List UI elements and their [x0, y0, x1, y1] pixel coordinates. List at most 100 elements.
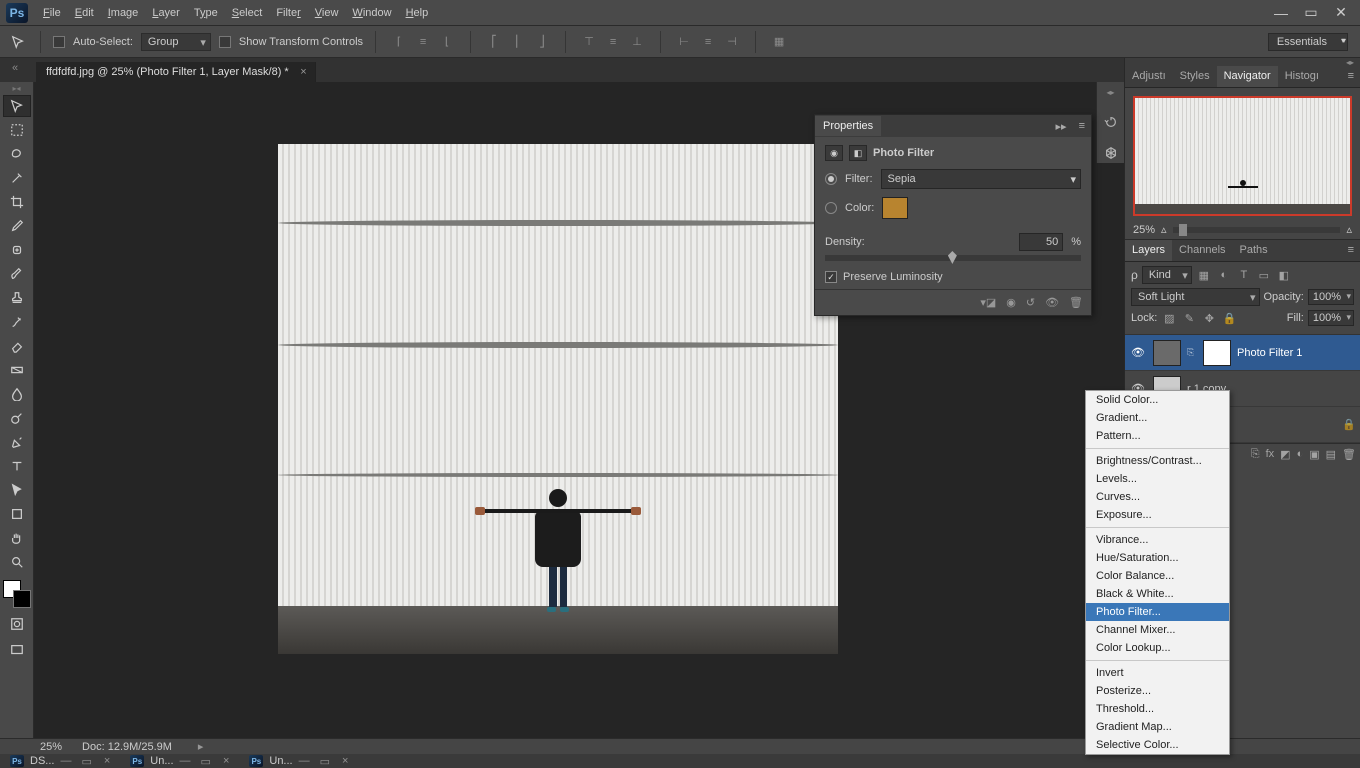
menu-help[interactable]: Help — [399, 3, 436, 23]
tab-layers[interactable]: Layers — [1125, 240, 1172, 261]
navigator-zoom-slider[interactable] — [1173, 227, 1341, 233]
taskbar-item[interactable]: PsDS...—▭× — [4, 755, 116, 768]
dist-vmid-icon[interactable]: ≡ — [602, 31, 624, 53]
min-icon[interactable]: — — [180, 755, 191, 768]
context-menu-item[interactable]: Color Lookup... — [1086, 639, 1229, 657]
shape-tool[interactable] — [3, 503, 31, 525]
move-tool[interactable] — [3, 95, 31, 117]
zoom-in-icon[interactable]: ▵ — [1346, 223, 1352, 236]
menu-view[interactable]: View — [308, 3, 346, 23]
menu-window[interactable]: Window — [345, 3, 398, 23]
path-select-tool[interactable] — [3, 479, 31, 501]
reset-icon[interactable]: ↺ — [1026, 296, 1035, 309]
gradient-tool[interactable] — [3, 359, 31, 381]
align-left-icon[interactable]: ⎡ — [483, 31, 505, 53]
eyedropper-tool[interactable] — [3, 215, 31, 237]
dist-left-icon[interactable]: ⊢ — [673, 31, 695, 53]
close-icon[interactable]: × — [223, 755, 229, 767]
context-menu-item[interactable]: Exposure... — [1086, 506, 1229, 524]
context-menu-item[interactable]: Posterize... — [1086, 682, 1229, 700]
auto-select-combo[interactable]: Group — [141, 33, 211, 51]
quickmask-icon[interactable] — [3, 614, 31, 634]
density-value[interactable]: 50 — [1019, 233, 1063, 251]
panel-menu-icon[interactable]: ≡ — [1342, 66, 1360, 87]
color-swatch[interactable] — [882, 197, 908, 219]
window-close-icon[interactable]: ✕ — [1328, 5, 1354, 21]
filter-adjust-icon[interactable]: ◐ — [1216, 268, 1232, 282]
dist-bottom-icon[interactable]: ⊥ — [626, 31, 648, 53]
align-bottom-icon[interactable]: ⌊ — [436, 31, 458, 53]
taskbar-item[interactable]: PsUn...—▭× — [124, 755, 235, 768]
window-restore-icon[interactable]: ▭ — [1298, 5, 1324, 21]
lock-trans-icon[interactable]: ▨ — [1161, 311, 1177, 325]
close-icon[interactable]: × — [342, 755, 348, 767]
menu-type[interactable]: Type — [187, 3, 225, 23]
mask-icon[interactable]: ◧ — [849, 145, 867, 161]
max-icon[interactable]: ▭ — [201, 755, 211, 768]
lock-pos-icon[interactable]: ✥ — [1201, 311, 1217, 325]
blur-tool[interactable] — [3, 383, 31, 405]
delete-layer-icon[interactable]: 🗑 — [1342, 448, 1356, 461]
visibility-icon[interactable]: 👁 — [1129, 346, 1147, 359]
dodge-tool[interactable] — [3, 407, 31, 429]
history-brush-tool[interactable] — [3, 311, 31, 333]
stamp-tool[interactable] — [3, 287, 31, 309]
context-menu-item[interactable]: Brightness/Contrast... — [1086, 452, 1229, 470]
status-zoom[interactable]: 25% — [40, 741, 62, 753]
max-icon[interactable]: ▭ — [81, 755, 91, 768]
marquee-tool[interactable] — [3, 119, 31, 141]
history-panel-icon[interactable] — [1104, 115, 1118, 132]
layer-mask-thumb[interactable] — [1203, 340, 1231, 366]
max-icon[interactable]: ▭ — [320, 755, 330, 768]
context-menu-item[interactable]: Levels... — [1086, 470, 1229, 488]
menu-layer[interactable]: Layer — [145, 3, 187, 23]
filter-smart-icon[interactable]: ◧ — [1276, 268, 1292, 282]
dist-top-icon[interactable]: ⊤ — [578, 31, 600, 53]
zoom-out-icon[interactable]: ▵ — [1161, 223, 1167, 236]
crop-tool[interactable] — [3, 191, 31, 213]
context-menu-item[interactable]: Threshold... — [1086, 700, 1229, 718]
toggle-visibility-icon[interactable]: 👁 — [1045, 296, 1059, 309]
lock-image-icon[interactable]: ✎ — [1181, 311, 1197, 325]
status-menu-icon[interactable]: ▸ — [198, 740, 204, 753]
status-docsize[interactable]: Doc: 12.9M/25.9M — [82, 741, 172, 753]
align-top-icon[interactable]: ⌈ — [388, 31, 410, 53]
window-minimize-icon[interactable]: — — [1268, 5, 1294, 21]
context-menu-item[interactable]: Gradient Map... — [1086, 718, 1229, 736]
document-canvas[interactable] — [278, 144, 838, 654]
link-layers-icon[interactable]: ⎘ — [1251, 448, 1260, 461]
layer-item[interactable]: 👁 ⎘ Photo Filter 1 — [1125, 335, 1360, 371]
panel-menu-icon[interactable]: ≡ — [1073, 116, 1091, 136]
filter-radio[interactable] — [825, 173, 837, 185]
properties-tab[interactable]: Properties — [815, 116, 881, 136]
pen-tool[interactable] — [3, 431, 31, 453]
show-transform-checkbox[interactable] — [219, 36, 231, 48]
lasso-tool[interactable] — [3, 143, 31, 165]
tab-adjustments[interactable]: Adjustı — [1125, 66, 1173, 87]
close-icon[interactable]: × — [104, 755, 110, 767]
context-menu-item[interactable]: Curves... — [1086, 488, 1229, 506]
menu-filter[interactable]: Filter — [269, 3, 307, 23]
panel-collapse-icon[interactable]: ▸▸ — [1050, 116, 1073, 137]
clip-icon[interactable]: ▾◪ — [980, 296, 996, 309]
dist-right-icon[interactable]: ⊣ — [721, 31, 743, 53]
min-icon[interactable]: — — [60, 755, 71, 768]
context-menu-item[interactable]: Photo Filter... — [1086, 603, 1229, 621]
taskbar-item[interactable]: PsUn...—▭× — [243, 755, 354, 768]
min-icon[interactable]: — — [299, 755, 310, 768]
align-vmid-icon[interactable]: ≡ — [412, 31, 434, 53]
document-tab[interactable]: ffdfdfd.jpg @ 25% (Photo Filter 1, Layer… — [36, 62, 316, 82]
view-previous-icon[interactable]: ◉ — [1006, 296, 1016, 309]
toolbox-collapse-icon[interactable]: « — [8, 62, 22, 74]
context-menu-item[interactable]: Invert — [1086, 664, 1229, 682]
wand-tool[interactable] — [3, 167, 31, 189]
preserve-luminosity-checkbox[interactable]: ✓ — [825, 271, 837, 283]
context-menu-item[interactable]: Pattern... — [1086, 427, 1229, 445]
layer-filter-combo[interactable]: Kind — [1142, 266, 1192, 284]
navigator-zoom-value[interactable]: 25% — [1133, 224, 1155, 236]
menu-select[interactable]: Select — [225, 3, 270, 23]
auto-select-checkbox[interactable] — [53, 36, 65, 48]
density-slider[interactable] — [825, 255, 1081, 261]
color-radio[interactable] — [825, 202, 837, 214]
context-menu-item[interactable]: Solid Color... — [1086, 391, 1229, 409]
